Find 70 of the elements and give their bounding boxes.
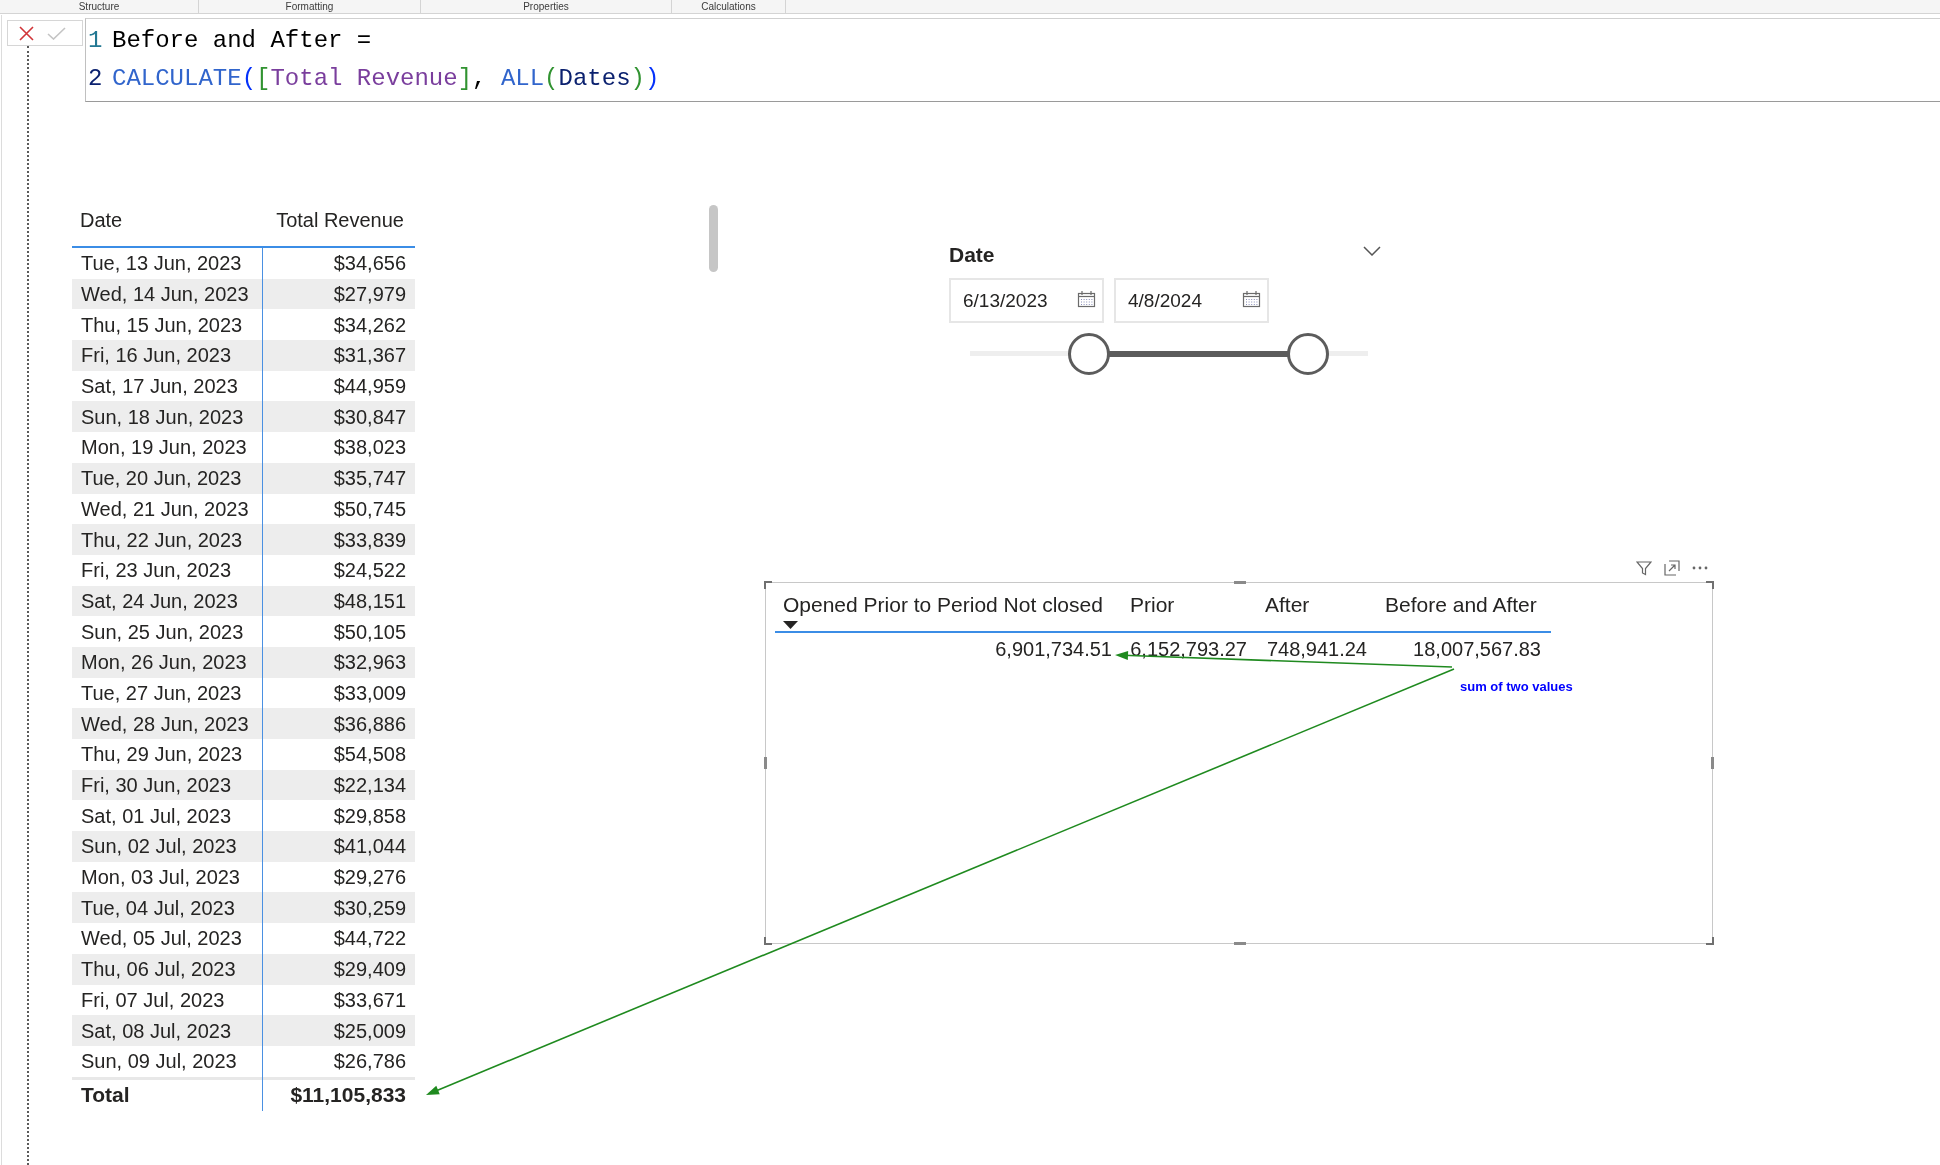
resize-handle-icon[interactable] — [1711, 757, 1714, 769]
table-cell: Fri, 30 Jun, 2023 — [72, 769, 263, 801]
resize-handle-icon[interactable] — [764, 936, 773, 945]
check-icon — [46, 26, 66, 40]
column-header[interactable]: After — [1257, 592, 1377, 633]
table-cell: $32,963 — [263, 646, 415, 678]
table-cell: $36,886 — [263, 708, 415, 739]
resize-handle-icon[interactable] — [1234, 942, 1246, 945]
ribbon-group-label: Calculations — [701, 0, 756, 13]
ribbon-group-label: Structure — [78, 0, 120, 13]
column-header[interactable]: Date — [72, 207, 263, 233]
total-value: $11,105,833 — [289, 1082, 407, 1109]
table-cell: $30,847 — [263, 401, 415, 433]
line-number: 1 — [88, 26, 104, 56]
table-cell: Thu, 22 Jun, 2023 — [72, 524, 263, 555]
sort-descending-icon[interactable] — [783, 621, 798, 629]
table-cell: $25,009 — [263, 1015, 415, 1046]
matrix-cell-text: 748,941.24 — [1265, 637, 1368, 662]
resize-handle-icon[interactable] — [1234, 581, 1246, 584]
calendar-icon[interactable] — [1242, 290, 1261, 308]
matrix-cell-text: 6,901,734.51 — [994, 637, 1113, 662]
resize-handle-icon[interactable] — [764, 757, 767, 769]
table-cell: Wed, 28 Jun, 2023 — [72, 708, 263, 739]
table-cell: $48,151 — [263, 585, 415, 617]
focus-mode-icon[interactable] — [1664, 560, 1680, 576]
column-header[interactable]: Total Revenue — [263, 207, 415, 233]
table-cell: $33,839 — [263, 524, 415, 555]
table-cell: Sun, 02 Jul, 2023 — [72, 831, 263, 862]
ribbon-group-label: Formatting — [285, 0, 334, 13]
chevron-down-icon[interactable] — [1363, 246, 1381, 256]
code-line: Before and After = — [112, 26, 372, 56]
table-cell: Sat, 24 Jun, 2023 — [72, 585, 263, 617]
table-cell: $35,747 — [263, 462, 415, 494]
table-cell: $29,409 — [263, 953, 415, 985]
table-cell: Mon, 26 Jun, 2023 — [72, 646, 263, 678]
more-options-icon[interactable] — [1692, 566, 1708, 570]
resize-handle-icon[interactable] — [1705, 581, 1714, 590]
table-cell: $22,134 — [263, 769, 415, 801]
date-input[interactable]: 6/13/2023 — [949, 278, 1104, 323]
slider-thumb[interactable] — [1068, 332, 1111, 375]
resize-handle-icon[interactable] — [764, 581, 773, 590]
table-cell: Tue, 20 Jun, 2023 — [72, 462, 263, 494]
scrollbar-thumb[interactable] — [709, 205, 718, 272]
table-cell: $27,979 — [263, 278, 415, 310]
matrix-cell-text: 6,152,793.27 — [1129, 637, 1248, 662]
column-header[interactable]: Before and After — [1377, 592, 1551, 633]
column-header[interactable]: Opened Prior to Period Not closed — [775, 592, 1122, 633]
slicer-title: Date — [949, 242, 995, 268]
table-cell: Wed, 14 Jun, 2023 — [72, 278, 263, 310]
table-cell: Tue, 04 Jul, 2023 — [72, 892, 263, 924]
total-label: Total — [72, 1079, 263, 1111]
table-cell: Sat, 08 Jul, 2023 — [72, 1015, 263, 1046]
filter-icon[interactable] — [1636, 560, 1652, 576]
table-cell: $31,367 — [263, 340, 415, 371]
table-cell: $30,259 — [263, 892, 415, 924]
ribbon-group-label: Properties — [523, 0, 569, 13]
date-input[interactable]: 4/8/2024 — [1114, 278, 1269, 323]
code-line: CALCULATE([Total Revenue], ALL(Dates)) — [112, 64, 660, 94]
annotation-text: sum of two values — [1460, 679, 1573, 694]
calendar-icon[interactable] — [1077, 290, 1096, 308]
table-cell: $41,044 — [263, 831, 415, 862]
close-icon — [18, 25, 34, 41]
slider-thumb[interactable] — [1287, 332, 1330, 375]
matrix-cell-text: 18,007,567.83 — [1412, 637, 1542, 662]
table-cell: Sun, 18 Jun, 2023 — [72, 401, 263, 433]
resize-handle-icon[interactable] — [1705, 936, 1714, 945]
table-cell: Fri, 16 Jun, 2023 — [72, 340, 263, 371]
line-number: 2 — [88, 64, 104, 94]
table-cell: Thu, 06 Jul, 2023 — [72, 953, 263, 985]
column-header[interactable]: Prior — [1122, 592, 1257, 633]
